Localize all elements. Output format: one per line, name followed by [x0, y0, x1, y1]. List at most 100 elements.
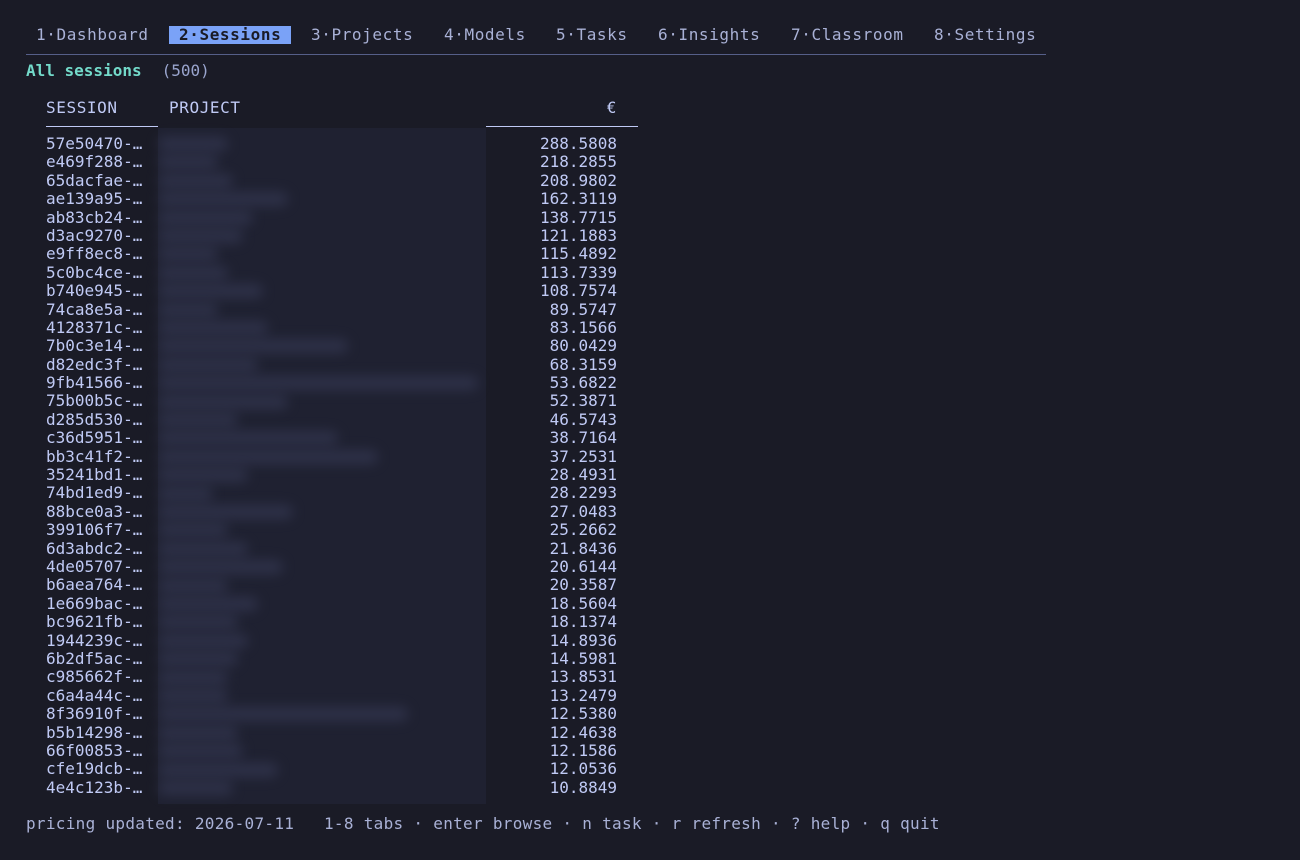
session-id: 5c0bc4ce-… — [46, 262, 143, 282]
session-id: 399106f7-… — [46, 520, 143, 540]
table-row[interactable]: 57e50470-… 288.5808 — [0, 134, 700, 153]
table-row[interactable]: 4128371c-… 83.1566 — [0, 317, 700, 337]
session-cost: 138.7715 — [539, 207, 617, 227]
session-id: 1944239c-… — [46, 630, 143, 650]
table-row[interactable]: 1e669bac-… 18.5604 — [0, 593, 700, 613]
table-row[interactable]: b740e945-… 108.7574 — [0, 281, 700, 301]
table-row[interactable]: 1944239c-… 14.8936 — [0, 630, 700, 650]
table-row[interactable]: 5c0bc4ce-… 113.7339 — [0, 262, 700, 282]
table-row[interactable]: 9fb41566-… 53.6822 — [0, 373, 700, 393]
table-row[interactable]: b5b14298-… 12.4638 — [0, 722, 700, 742]
session-cost: 12.0536 — [549, 759, 617, 779]
section-title: All sessions — [26, 61, 142, 80]
session-id: e9ff8ec8-… — [46, 244, 143, 264]
session-cost: 13.8531 — [549, 667, 617, 687]
session-id: 7b0c3e14-… — [46, 336, 143, 356]
pricing-updated: pricing updated: 2026-07-11 — [26, 814, 295, 833]
session-cost: 21.8436 — [549, 538, 617, 558]
session-count: (500) — [161, 61, 210, 80]
cost-header-rule — [486, 126, 638, 127]
session-cost: 12.5380 — [549, 704, 617, 724]
session-cost: 12.1586 — [549, 740, 617, 760]
session-cost: 18.1374 — [549, 612, 617, 632]
table-row[interactable]: 35241bd1-… 28.4931 — [0, 465, 700, 485]
session-id: d82edc3f-… — [46, 354, 143, 374]
table-row[interactable]: 74ca8e5a-… 89.5747 — [0, 299, 700, 319]
tab-tasks[interactable]: 5·Tasks — [546, 26, 638, 44]
table-row[interactable]: d285d530-… 46.5743 — [0, 409, 700, 429]
table-row[interactable]: bc9621fb-… 18.1374 — [0, 612, 700, 632]
session-cost: 37.2531 — [549, 446, 617, 466]
table-row[interactable]: b6aea764-… 20.3587 — [0, 575, 700, 595]
session-cost: 288.5808 — [539, 134, 617, 153]
session-id: 75b00b5c-… — [46, 391, 143, 411]
table-row[interactable]: 8f36910f-… 12.5380 — [0, 704, 700, 724]
column-header-session[interactable]: SESSION — [46, 99, 118, 117]
table-row[interactable]: 75b00b5c-… 52.3871 — [0, 391, 700, 411]
tab-projects[interactable]: 3·Projects — [301, 26, 423, 44]
session-id: 74ca8e5a-… — [46, 299, 143, 319]
key-hints: 1-8 tabs · enter browse · n task · r ref… — [324, 814, 940, 833]
session-cost: 28.2293 — [549, 483, 617, 503]
session-cost: 121.1883 — [539, 225, 617, 245]
session-cost: 27.0483 — [549, 501, 617, 521]
session-cost: 14.5981 — [549, 648, 617, 668]
session-cost: 83.1566 — [549, 317, 617, 337]
table-row[interactable]: 4e4c123b-… 10.8849 — [0, 778, 700, 797]
session-cost: 20.6144 — [549, 556, 617, 576]
session-cost: 53.6822 — [549, 373, 617, 393]
session-cost: 18.5604 — [549, 593, 617, 613]
column-header-cost[interactable]: € — [486, 99, 617, 117]
session-id: 66f00853-… — [46, 740, 143, 760]
table-row[interactable]: 4de05707-… 20.6144 — [0, 556, 700, 576]
table-row[interactable]: 399106f7-… 25.2662 — [0, 520, 700, 540]
sessions-table: 57e50470-… 288.5808 e469f288-… 218.2855 65da… — [0, 134, 700, 797]
table-row[interactable]: d3ac9270-… 121.1883 — [0, 225, 700, 245]
session-id: bb3c41f2-… — [46, 446, 143, 466]
session-id: b740e945-… — [46, 281, 143, 301]
table-row[interactable]: 6d3abdc2-… 21.8436 — [0, 538, 700, 558]
session-cost: 13.2479 — [549, 685, 617, 705]
section-header: All sessions (500) — [26, 62, 210, 80]
session-id: 6b2df5ac-… — [46, 648, 143, 668]
table-row[interactable]: 65dacfae-… 208.9802 — [0, 171, 700, 190]
table-row[interactable]: 74bd1ed9-… 28.2293 — [0, 483, 700, 503]
session-id: c6a4a44c-… — [46, 685, 143, 705]
session-id: 4de05707-… — [46, 556, 143, 576]
session-cost: 14.8936 — [549, 630, 617, 650]
table-row[interactable]: bb3c41f2-… 37.2531 — [0, 446, 700, 466]
session-id: 6d3abdc2-… — [46, 538, 143, 558]
session-cost: 46.5743 — [549, 409, 617, 429]
tab-sessions[interactable]: 2·Sessions — [169, 26, 292, 44]
column-header-project[interactable]: PROJECT — [169, 99, 241, 117]
table-row[interactable]: e469f288-… 218.2855 — [0, 152, 700, 172]
session-header-rule — [46, 126, 158, 127]
table-row[interactable]: c985662f-… 13.8531 — [0, 667, 700, 687]
table-row[interactable]: ae139a95-… 162.3119 — [0, 189, 700, 208]
table-row[interactable]: ab83cb24-… 138.7715 — [0, 207, 700, 227]
session-cost: 12.4638 — [549, 722, 617, 742]
tab-dashboard[interactable]: 1·Dashboard — [26, 26, 159, 44]
session-id: 35241bd1-… — [46, 465, 143, 485]
session-cost: 108.7574 — [539, 281, 617, 301]
table-row[interactable]: 88bce0a3-… 27.0483 — [0, 501, 700, 521]
session-id: 9fb41566-… — [46, 373, 143, 393]
table-row[interactable]: e9ff8ec8-… 115.4892 — [0, 244, 700, 264]
table-row[interactable]: d82edc3f-… 68.3159 — [0, 354, 700, 374]
table-row[interactable]: 6b2df5ac-… 14.5981 — [0, 648, 700, 668]
tab-models[interactable]: 4·Models — [434, 26, 536, 44]
table-row[interactable]: 66f00853-… 12.1586 — [0, 740, 700, 760]
session-id: c36d5951-… — [46, 428, 143, 448]
session-id: 74bd1ed9-… — [46, 483, 143, 503]
table-row[interactable]: c36d5951-… 38.7164 — [0, 428, 700, 448]
session-id: b6aea764-… — [46, 575, 143, 595]
session-cost: 80.0429 — [549, 336, 617, 356]
tab-settings[interactable]: 8·Settings — [924, 26, 1046, 44]
session-cost: 218.2855 — [539, 152, 617, 172]
table-row[interactable]: cfe19dcb-… 12.0536 — [0, 759, 700, 779]
tab-classroom[interactable]: 7·Classroom — [781, 26, 914, 44]
table-row[interactable]: c6a4a44c-… 13.2479 — [0, 685, 700, 705]
table-row[interactable]: 7b0c3e14-… 80.0429 — [0, 336, 700, 356]
tab-insights[interactable]: 6·Insights — [648, 26, 770, 44]
tab-bar: 1·Dashboard 2·Sessions 3·Projects 4·Mode… — [26, 24, 1046, 55]
